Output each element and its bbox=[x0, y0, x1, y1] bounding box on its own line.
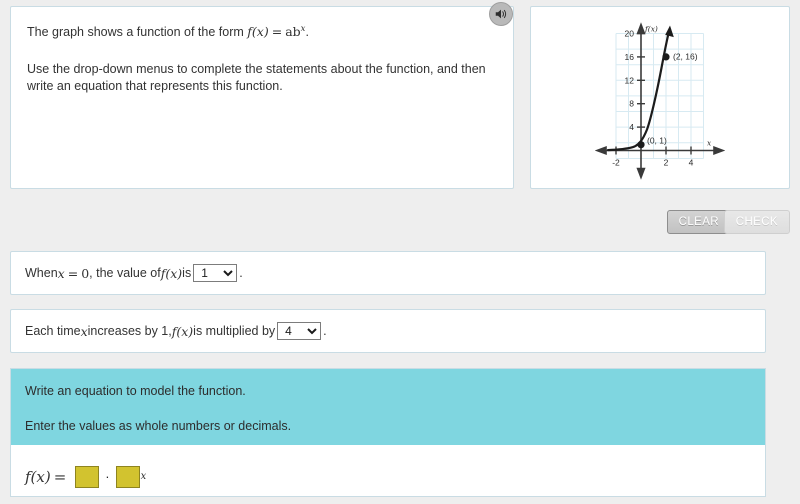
statement-1-post: is bbox=[182, 266, 192, 280]
prompt-formula: f(x) = abx bbox=[247, 24, 305, 39]
graph-y-tick-4: 4 bbox=[629, 122, 634, 132]
statement-panel-2: Each time x increases by 1, f(x) is mult… bbox=[10, 309, 766, 353]
graph-label-0-1: (0, 1) bbox=[647, 135, 667, 145]
equation-lhs-fn: f(x) bbox=[25, 467, 51, 486]
formula-fx: f(x) bbox=[247, 24, 269, 40]
statement-2-pre: Each time bbox=[25, 324, 81, 338]
graph-svg: f(x) x 20 16 12 8 4 -2 2 4 (2, 16) (0, 1… bbox=[594, 21, 726, 180]
statement-1-dropdown[interactable]: 012416 bbox=[193, 264, 238, 282]
graph-x-tick-4: 4 bbox=[689, 157, 694, 167]
graph-x-tick-2: 2 bbox=[664, 157, 669, 167]
statement-1-text: When x=0, the value of f(x) is 012416. bbox=[25, 264, 243, 282]
equation-entry-row: f(x) = · x bbox=[11, 445, 765, 496]
statement-2-post: is multiplied by bbox=[193, 324, 276, 338]
statement-2-fn: f(x) bbox=[171, 323, 194, 339]
graph-y-tick-16: 16 bbox=[625, 51, 635, 61]
top-row: The graph shows a function of the form f… bbox=[0, 0, 800, 190]
graph-y-tick-8: 8 bbox=[629, 98, 634, 108]
equation-panel: Write an equation to model the function.… bbox=[10, 368, 766, 497]
equation-lhs: f(x) = bbox=[25, 468, 69, 486]
equation-exponent: x bbox=[140, 471, 147, 482]
graph-panel: f(x) x 20 16 12 8 4 -2 2 4 (2, 16) (0, 1… bbox=[530, 6, 790, 189]
prompt-line-1: The graph shows a function of the form f… bbox=[27, 21, 497, 41]
graph-label-2-16: (2, 16) bbox=[673, 51, 698, 61]
statement-panel-1: When x=0, the value of f(x) is 012416. bbox=[10, 251, 766, 295]
equation-input-a[interactable] bbox=[75, 465, 100, 488]
formula-equals: = bbox=[271, 24, 283, 40]
prompt-line-2: Use the drop-down menus to complete the … bbox=[27, 62, 486, 94]
equation-instruction-2: Enter the values as whole numbers or dec… bbox=[25, 419, 292, 433]
equation-instructions: Write an equation to model the function.… bbox=[11, 369, 765, 445]
statement-2-dropdown[interactable]: 124816 bbox=[277, 322, 322, 340]
graph-y-tick-20: 20 bbox=[625, 28, 635, 38]
graph-y-axis-label: f(x) bbox=[644, 24, 658, 33]
statement-1-fn: f(x) bbox=[160, 265, 183, 281]
statement-2-text: Each time x increases by 1, f(x) is mult… bbox=[25, 322, 327, 340]
statement-1-equals: = bbox=[67, 265, 79, 281]
clear-button[interactable]: CLEAR bbox=[666, 210, 731, 234]
check-button[interactable]: CHECK bbox=[723, 210, 790, 234]
prompt-line-1-prefix: The graph shows a function of the form bbox=[27, 25, 248, 40]
action-buttons: CLEAR CHECK bbox=[590, 210, 790, 236]
prompt-panel: The graph shows a function of the form f… bbox=[10, 6, 514, 189]
multiply-symbol: · bbox=[105, 469, 110, 484]
graph-point-0-1 bbox=[637, 140, 645, 148]
statement-2-var: x bbox=[80, 323, 88, 339]
graph-point-2-16 bbox=[662, 52, 670, 61]
statement-1-end: . bbox=[239, 266, 243, 280]
equation-instruction-1: Write an equation to model the function. bbox=[25, 384, 246, 398]
graph-x-axis-label: x bbox=[707, 138, 712, 147]
function-graph: f(x) x 20 16 12 8 4 -2 2 4 (2, 16) (0, 1… bbox=[594, 15, 726, 180]
audio-play-button[interactable] bbox=[489, 2, 513, 26]
statement-1-mid: , the value of bbox=[89, 266, 161, 280]
speaker-icon bbox=[495, 9, 507, 19]
statement-1-value: 0 bbox=[81, 265, 90, 281]
equation-lhs-equals: = bbox=[53, 467, 67, 486]
statement-1-var: x bbox=[57, 265, 65, 281]
prompt-line-1-suffix: . bbox=[305, 25, 309, 40]
graph-x-tick-neg2: -2 bbox=[612, 157, 620, 167]
statement-2-mid: increases by 1, bbox=[87, 324, 172, 338]
formula-ab: ab bbox=[285, 24, 301, 40]
statement-2-end: . bbox=[323, 324, 327, 338]
statement-1-pre: When bbox=[25, 266, 58, 280]
activity-page: The graph shows a function of the form f… bbox=[0, 0, 800, 504]
graph-y-tick-12: 12 bbox=[625, 75, 635, 85]
equation-input-b[interactable] bbox=[115, 465, 140, 488]
